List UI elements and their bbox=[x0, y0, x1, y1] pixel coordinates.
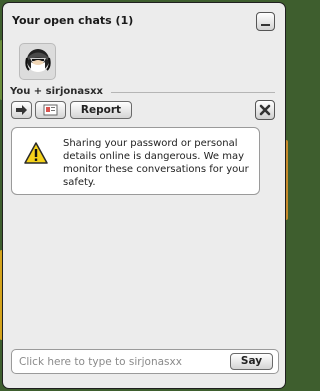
message-input[interactable] bbox=[15, 352, 223, 371]
view-profile-button[interactable] bbox=[35, 101, 66, 119]
profile-card-icon bbox=[43, 104, 58, 116]
safety-notice: Sharing your password or personal detail… bbox=[11, 127, 260, 195]
safety-notice-text: Sharing your password or personal detail… bbox=[63, 138, 249, 188]
say-button[interactable]: Say bbox=[230, 353, 273, 370]
close-chat-button[interactable] bbox=[255, 100, 275, 120]
conversation-header: You + sirjonasxx bbox=[10, 84, 275, 98]
minimize-button[interactable] bbox=[256, 12, 275, 31]
chat-window: Your open chats (1) You + sirjonasxx Rep… bbox=[2, 2, 286, 389]
arrow-right-icon bbox=[16, 105, 27, 115]
user-avatar-icon bbox=[25, 49, 51, 72]
close-x-icon bbox=[259, 104, 271, 116]
report-button[interactable]: Report bbox=[70, 101, 132, 119]
divider bbox=[110, 91, 275, 93]
chat-avatar-tile[interactable] bbox=[19, 43, 56, 80]
warning-triangle-icon bbox=[24, 142, 48, 164]
follow-button[interactable] bbox=[11, 101, 32, 119]
message-composer: Say bbox=[11, 349, 279, 374]
window-title: Your open chats (1) bbox=[12, 14, 134, 27]
participants-label: You + sirjonasxx bbox=[10, 85, 103, 97]
